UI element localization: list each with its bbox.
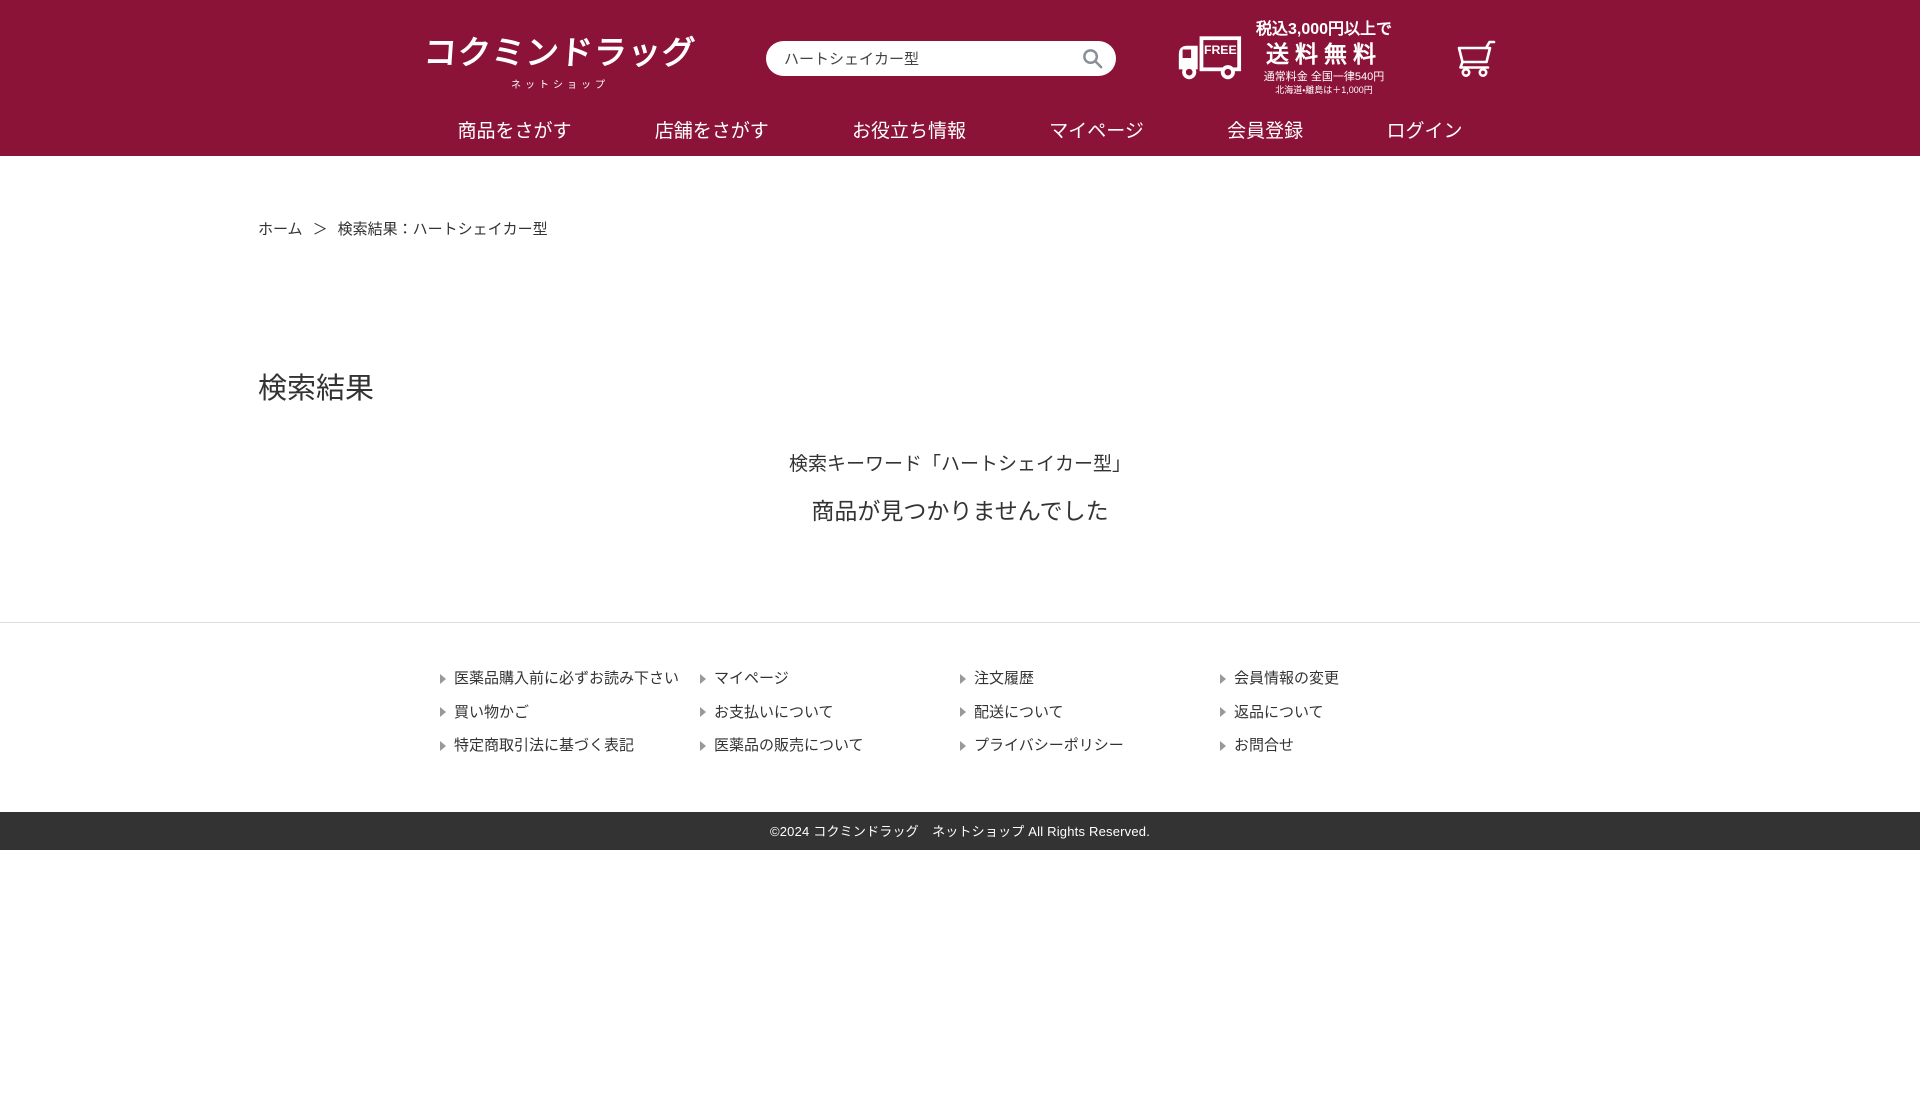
footer-link-mypage[interactable]: マイページ bbox=[700, 669, 960, 689]
search-keyword-line: 検索キーワード「ハートシェイカー型」 bbox=[258, 449, 1662, 476]
truck-free-badge: FREE bbox=[1204, 43, 1237, 57]
search-box bbox=[766, 41, 1116, 76]
delivery-truck-icon: FREE bbox=[1176, 35, 1242, 81]
footer-link-label: 医薬品の販売について bbox=[714, 736, 864, 756]
site-logo[interactable]: コクミンドラッグ ネットショップ bbox=[424, 26, 696, 91]
nav-item-mypage[interactable]: マイページ bbox=[1049, 116, 1144, 143]
no-results-message: 商品が見つかりませんでした bbox=[258, 492, 1662, 526]
breadcrumb-current: 検索結果：ハートシェイカー型 bbox=[338, 218, 548, 239]
site-footer: 医薬品購入前に必ずお読み下さい 買い物かご 特定商取引法に基づく表記 マイページ… bbox=[0, 622, 1920, 1100]
footer-link-member-info[interactable]: 会員情報の変更 bbox=[1220, 669, 1480, 689]
triangle-icon bbox=[1220, 707, 1226, 717]
page-title: 検索結果 bbox=[258, 365, 1662, 407]
footer-link-delivery[interactable]: 配送について bbox=[960, 703, 1220, 723]
breadcrumb: ホーム ＞ 検索結果：ハートシェイカー型 bbox=[258, 156, 1662, 239]
shipping-text: 税込3,000円以上で 送料無料 通常料金 全国一律540円 北海道・離島は＋1… bbox=[1256, 20, 1392, 97]
footer-link-label: プライバシーポリシー bbox=[974, 736, 1124, 756]
free-shipping-banner: FREE 税込3,000円以上で 送料無料 通常料金 全国一律540円 北海道・… bbox=[1176, 20, 1392, 97]
copyright-bar: ©2024 コクミンドラッグ ネットショップ All Rights Reserv… bbox=[0, 812, 1920, 850]
triangle-icon bbox=[440, 707, 446, 717]
nav-item-register[interactable]: 会員登録 bbox=[1227, 116, 1303, 143]
triangle-icon bbox=[700, 741, 706, 751]
footer-link-label: 配送について bbox=[974, 703, 1064, 723]
triangle-icon bbox=[960, 674, 966, 684]
footer-column-1: 医薬品購入前に必ずお読み下さい 買い物かご 特定商取引法に基づく表記 bbox=[440, 669, 700, 756]
breadcrumb-home-link[interactable]: ホーム bbox=[258, 218, 303, 239]
spacer bbox=[258, 526, 1662, 622]
footer-link-label: 注文履歴 bbox=[974, 669, 1034, 689]
triangle-icon bbox=[960, 741, 966, 751]
shipping-remote-fee: 北海道・離島は＋1,000円 bbox=[1256, 85, 1392, 96]
shipping-normal-fee: 通常料金 全国一律540円 bbox=[1256, 71, 1392, 85]
breadcrumb-separator: ＞ bbox=[313, 218, 328, 239]
footer-link-contact[interactable]: お問合せ bbox=[1220, 736, 1480, 756]
shipping-threshold: 税込3,000円以上で bbox=[1256, 20, 1392, 40]
footer-links: 医薬品購入前に必ずお読み下さい 買い物かご 特定商取引法に基づく表記 マイページ… bbox=[0, 622, 1920, 812]
footer-link-label: お問合せ bbox=[1234, 736, 1294, 756]
bottom-whitespace bbox=[0, 850, 1920, 1100]
footer-link-label: 返品について bbox=[1234, 703, 1324, 723]
triangle-icon bbox=[700, 707, 706, 717]
footer-link-cart[interactable]: 買い物かご bbox=[440, 703, 700, 723]
nav-item-login[interactable]: ログイン bbox=[1386, 116, 1462, 143]
footer-link-label: 特定商取引法に基づく表記 bbox=[454, 736, 634, 756]
shipping-free-label: 送料無料 bbox=[1256, 40, 1392, 69]
search-icon[interactable] bbox=[1081, 47, 1104, 70]
footer-link-label: マイページ bbox=[714, 669, 789, 689]
footer-link-commercial-law[interactable]: 特定商取引法に基づく表記 bbox=[440, 736, 700, 756]
nav-item-stores[interactable]: 店舗をさがす bbox=[655, 116, 769, 143]
search-input[interactable] bbox=[766, 41, 1116, 76]
logo-title: コクミンドラッグ bbox=[422, 26, 697, 74]
triangle-icon bbox=[1220, 674, 1226, 684]
triangle-icon bbox=[440, 674, 446, 684]
footer-link-payment[interactable]: お支払いについて bbox=[700, 703, 960, 723]
triangle-icon bbox=[440, 741, 446, 751]
triangle-icon bbox=[960, 707, 966, 717]
nav-item-products[interactable]: 商品をさがす bbox=[458, 116, 572, 143]
footer-link-returns[interactable]: 返品について bbox=[1220, 703, 1480, 723]
nav-item-useful-info[interactable]: お役立ち情報 bbox=[852, 116, 966, 143]
footer-link-label: 会員情報の変更 bbox=[1234, 669, 1339, 689]
main-nav: 商品をさがす 店舗をさがす お役立ち情報 マイページ 会員登録 ログイン bbox=[458, 102, 1463, 156]
triangle-icon bbox=[1220, 741, 1226, 751]
footer-link-label: お支払いについて bbox=[714, 703, 834, 723]
footer-link-order-history[interactable]: 注文履歴 bbox=[960, 669, 1220, 689]
site-header: コクミンドラッグ ネットショップ FREE 税込3,000円以上で 送料無料 bbox=[0, 0, 1920, 156]
footer-column-3: 注文履歴 配送について プライバシーポリシー bbox=[960, 669, 1220, 756]
footer-column-2: マイページ お支払いについて 医薬品の販売について bbox=[700, 669, 960, 756]
footer-link-privacy-policy[interactable]: プライバシーポリシー bbox=[960, 736, 1220, 756]
footer-link-label: 買い物かご bbox=[454, 703, 529, 723]
footer-link-label: 医薬品購入前に必ずお読み下さい bbox=[454, 669, 679, 689]
triangle-icon bbox=[700, 674, 706, 684]
logo-subtitle: ネットショップ bbox=[424, 76, 696, 91]
footer-link-drug-notice[interactable]: 医薬品購入前に必ずお読み下さい bbox=[440, 669, 700, 689]
copyright-text: ©2024 コクミンドラッグ ネットショップ All Rights Reserv… bbox=[770, 821, 1150, 840]
main-content: 検索結果 検索キーワード「ハートシェイカー型」 商品が見つかりませんでした bbox=[258, 365, 1662, 622]
footer-column-4: 会員情報の変更 返品について お問合せ bbox=[1220, 669, 1480, 756]
cart-icon[interactable] bbox=[1454, 38, 1496, 78]
footer-link-drug-sales[interactable]: 医薬品の販売について bbox=[700, 736, 960, 756]
header-top: コクミンドラッグ ネットショップ FREE 税込3,000円以上で 送料無料 bbox=[0, 0, 1920, 102]
